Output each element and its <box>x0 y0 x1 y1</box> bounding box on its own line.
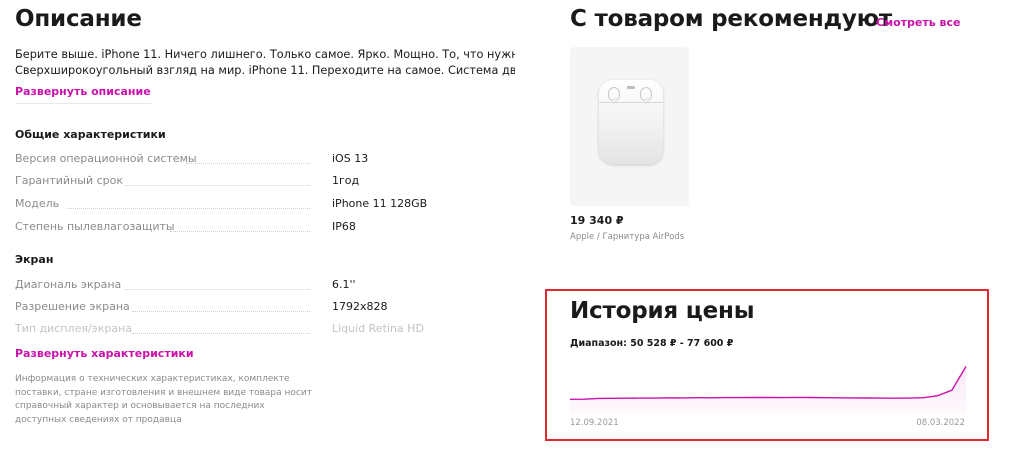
product-subtitle[interactable]: Apple / Гарнитура AirPods <box>570 232 684 242</box>
specs-disclaimer: Информация о технических характеристиках… <box>15 374 312 425</box>
spec-leader-dots <box>186 163 310 164</box>
price-point[interactable] <box>765 395 771 401</box>
price-point[interactable] <box>737 395 743 401</box>
description-line: Сверхширокоугольный взгляд на мир. iPhon… <box>15 64 515 77</box>
price-point[interactable] <box>581 396 587 402</box>
chart-start-date: 12.09.2021 <box>570 418 619 428</box>
price-point[interactable] <box>949 387 955 393</box>
price-point[interactable] <box>878 395 884 401</box>
price-point[interactable] <box>864 395 870 401</box>
case-hinge <box>627 86 635 89</box>
screen-specs-title: Экран <box>15 253 54 266</box>
general-specs-title: Общие характеристики <box>15 128 166 141</box>
price-point[interactable] <box>892 395 898 401</box>
price-point[interactable] <box>807 395 813 401</box>
spec-leader-dots <box>132 311 310 312</box>
see-all-link[interactable]: Смотреть все <box>876 16 960 29</box>
spec-row-resolution: Разрешение экрана 1792x828 <box>15 300 515 314</box>
spec-name: Степень пылевлагозащиты <box>15 220 175 233</box>
price-history-chart[interactable] <box>570 365 970 415</box>
price-point[interactable] <box>935 393 941 399</box>
spec-name: Гарантийный срок <box>15 174 123 187</box>
price-area-fill <box>570 366 966 415</box>
spec-row-display-type: Тип дисплея/экрана Liquid Retina HD <box>15 322 515 336</box>
chart-end-date: 08.03.2022 <box>916 418 965 428</box>
spec-name: Разрешение экрана <box>15 300 130 313</box>
product-price: 19 340 ₽ <box>570 214 624 227</box>
price-point[interactable] <box>793 394 799 400</box>
spec-leader-dots <box>125 289 310 290</box>
price-point[interactable] <box>921 395 927 401</box>
price-history-title: История цены <box>570 298 755 324</box>
price-point[interactable] <box>850 395 856 401</box>
spec-row-diagonal: Диагональ экрана 6.1'' <box>15 278 515 292</box>
spec-value: 1792x828 <box>332 300 388 313</box>
price-point[interactable] <box>723 395 729 401</box>
spec-row-protection: Степень пылевлагозащиты IP68 <box>15 220 515 234</box>
price-point[interactable] <box>595 395 601 401</box>
price-point[interactable] <box>836 395 842 401</box>
price-point[interactable] <box>779 395 785 401</box>
spec-value: iPhone 11 128GB <box>332 197 428 210</box>
spec-value: iOS 13 <box>332 152 369 165</box>
price-point[interactable] <box>638 395 644 401</box>
description-text: Берите выше. iPhone 11. Ничего лишнего. … <box>15 47 515 79</box>
spec-leader-dots <box>170 231 310 232</box>
price-history-panel: История цены Диапазон: 50 528 ₽ - 77 600… <box>545 289 989 441</box>
spec-leader-dots <box>67 208 310 209</box>
price-point[interactable] <box>906 395 912 401</box>
price-point[interactable] <box>751 395 757 401</box>
spec-value: 1год <box>332 174 360 187</box>
price-range-label: Диапазон: 50 528 ₽ - 77 600 ₽ <box>570 338 734 349</box>
spec-name: Модель <box>15 197 60 210</box>
earbud-stem-left <box>613 98 617 104</box>
spec-name: Версия операционной системы <box>15 152 197 165</box>
airpods-case-icon <box>599 80 663 164</box>
spec-name: Диагональ экрана <box>15 278 122 291</box>
price-point[interactable] <box>822 395 828 401</box>
spec-row-os-version: Версия операционной системы iOS 13 <box>15 152 515 166</box>
spec-value: Liquid Retina HD <box>332 322 424 335</box>
price-point[interactable] <box>624 395 630 401</box>
price-point[interactable] <box>708 395 714 401</box>
spec-leader-dots <box>132 333 310 334</box>
price-point[interactable] <box>694 395 700 401</box>
spec-name: Тип дисплея/экрана <box>15 322 133 335</box>
spec-value: IP68 <box>332 220 356 233</box>
spec-value: 6.1'' <box>332 278 356 291</box>
description-line: Берите выше. iPhone 11. Ничего лишнего. … <box>15 48 515 61</box>
price-line <box>570 366 967 400</box>
price-point[interactable] <box>609 395 615 401</box>
price-point[interactable] <box>666 395 672 401</box>
description-title: Описание <box>15 6 142 32</box>
expand-description-link[interactable]: Развернуть описание <box>15 85 151 104</box>
case-lid-seam <box>599 102 663 103</box>
price-point[interactable] <box>680 395 686 401</box>
product-card-image[interactable] <box>570 47 689 206</box>
price-point[interactable] <box>652 395 658 401</box>
spec-row-warranty: Гарантийный срок 1год <box>15 174 515 188</box>
expand-specs-link[interactable]: Развернуть характеристики <box>15 347 194 360</box>
recommendations-title: С товаром рекомендуют <box>570 6 892 32</box>
spec-leader-dots <box>125 185 310 186</box>
earbud-stem-right <box>645 98 649 104</box>
spec-row-model: Модель iPhone 11 128GB <box>15 197 515 211</box>
